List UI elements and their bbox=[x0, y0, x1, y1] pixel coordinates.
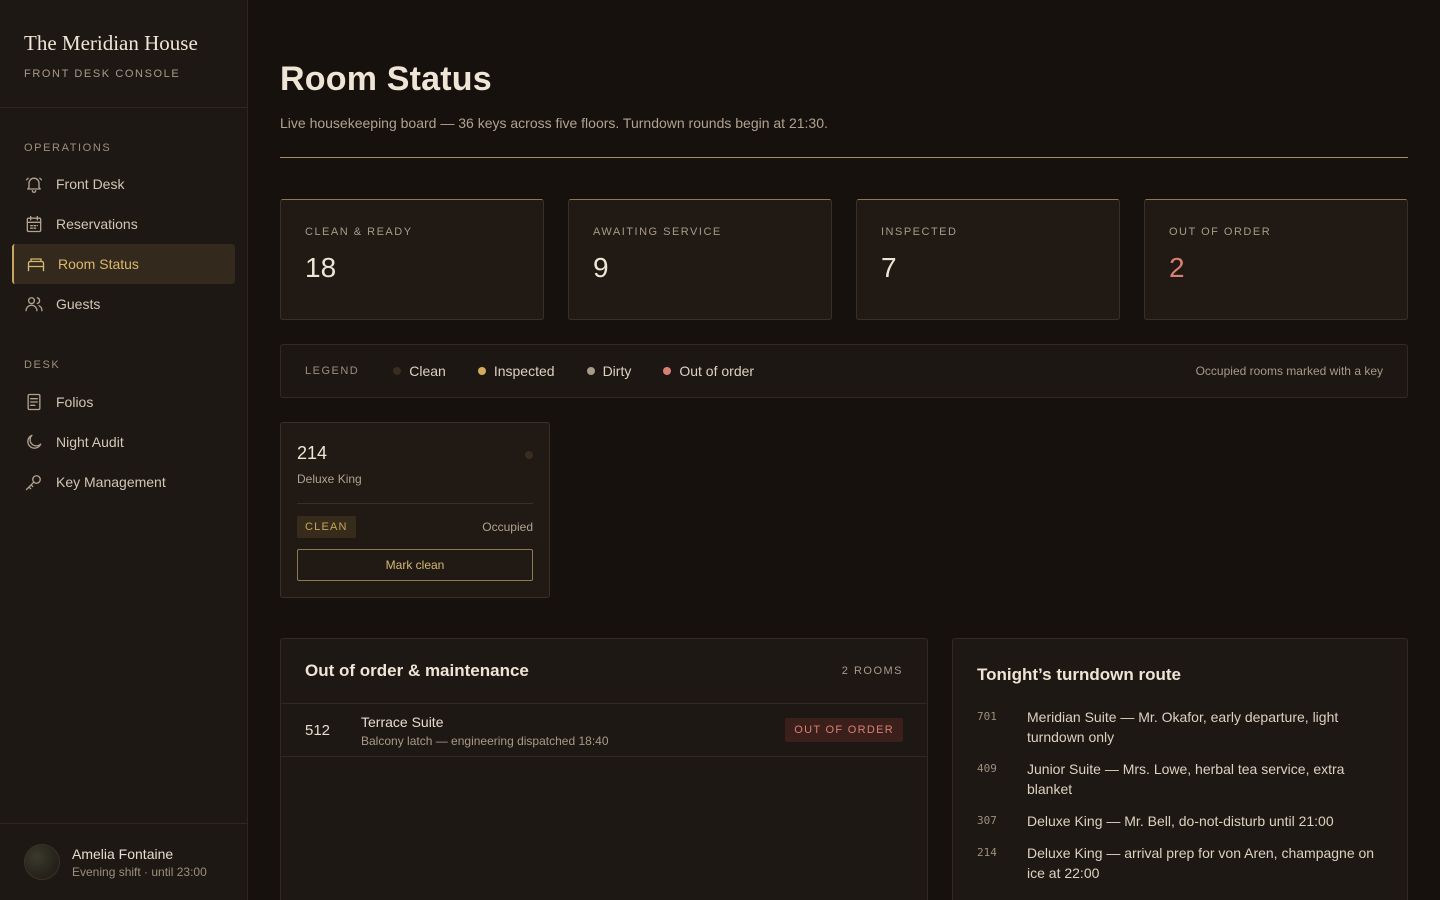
legend-item-clean: Clean bbox=[393, 363, 446, 379]
legend-item-dirty: Dirty bbox=[586, 363, 632, 379]
status-dot bbox=[663, 367, 672, 375]
stat-value: 18 bbox=[305, 252, 337, 283]
sidebar: The Meridian House FRONT DESK CONSOLE OP… bbox=[0, 0, 248, 900]
legend-item-inspected: Inspected bbox=[477, 363, 555, 379]
user-profile[interactable]: Amelia Fontaine Evening shift · until 23… bbox=[0, 823, 247, 900]
turndown-note: Junior Suite — Mrs. Lowe, herbal tea ser… bbox=[1027, 761, 1345, 797]
sidebar-item-key-management[interactable]: Key Management bbox=[12, 462, 235, 502]
legend-label: Dirty bbox=[602, 363, 632, 379]
sidebar-item-reservations[interactable]: Reservations bbox=[12, 204, 235, 244]
sidebar-item-guests[interactable]: Guests bbox=[12, 284, 235, 324]
bell-icon bbox=[25, 177, 43, 193]
status-badge: OUT OF ORDER bbox=[785, 718, 903, 742]
stat-label: AWAITING SERVICE bbox=[593, 226, 722, 238]
turndown-note: Deluxe King — Mr. Bell, do-not-disturb u… bbox=[1027, 813, 1334, 829]
room-number: 307 bbox=[977, 814, 997, 827]
document-icon bbox=[27, 393, 41, 411]
sidebar-item-label: Reservations bbox=[56, 216, 138, 232]
list-item: 307 Deluxe King — Mr. Bell, do-not-distu… bbox=[977, 811, 1385, 831]
stat-card-inspected: INSPECTED 7 bbox=[856, 199, 1120, 320]
sidebar-item-front-desk[interactable]: Front Desk bbox=[12, 164, 235, 204]
panel-header: Out of order & maintenance 2 ROOMS bbox=[281, 639, 927, 704]
sidebar-item-label: Folios bbox=[56, 394, 94, 410]
room-note: Balcony latch — engineering dispatched 1… bbox=[361, 734, 609, 748]
legend-item-out-of-order: Out of order bbox=[663, 363, 754, 379]
list-item: 701 Meridian Suite — Mr. Okafor, early d… bbox=[977, 707, 1385, 747]
status-badge: CLEAN bbox=[297, 516, 356, 538]
sidebar-item-label: Night Audit bbox=[56, 434, 124, 450]
room-number: 512 bbox=[305, 722, 331, 739]
nav-section-operations: OPERATIONS bbox=[24, 142, 112, 154]
stat-card-awaiting-service: AWAITING SERVICE 9 bbox=[568, 199, 832, 320]
turndown-note: Deluxe King — arrival prep for von Aren,… bbox=[1027, 845, 1375, 881]
mark-clean-button[interactable]: Mark clean bbox=[297, 549, 533, 581]
legend-label: Out of order bbox=[679, 363, 755, 379]
avatar bbox=[24, 844, 60, 880]
room-number: 701 bbox=[977, 710, 997, 723]
user-shift: Evening shift · until 23:00 bbox=[72, 864, 207, 879]
room-count: 2 ROOMS bbox=[841, 665, 903, 677]
list-item: 409 Junior Suite — Mrs. Lowe, herbal tea… bbox=[977, 759, 1385, 799]
calendar-icon bbox=[26, 215, 42, 233]
panel-title: Tonight’s turndown route bbox=[977, 665, 1181, 684]
room-card[interactable]: 214 Deluxe King CLEAN Occupied Mark clea… bbox=[280, 422, 550, 598]
stat-card-out-of-order: OUT OF ORDER 2 bbox=[1144, 199, 1408, 320]
room-type: Deluxe King bbox=[297, 472, 362, 486]
divider bbox=[297, 503, 533, 504]
turndown-note: Meridian Suite — Mr. Okafor, early depar… bbox=[1027, 709, 1339, 745]
stat-value: 7 bbox=[881, 252, 897, 283]
room-number: 214 bbox=[297, 443, 328, 463]
status-dot bbox=[393, 367, 402, 375]
sidebar-item-label: Key Management bbox=[56, 474, 166, 490]
sidebar-item-label: Guests bbox=[56, 296, 101, 312]
legend: LEGEND Clean Inspected Dirty Out of orde… bbox=[280, 344, 1408, 398]
brand-name: The Meridian House bbox=[24, 31, 198, 55]
nav-section-desk: DESK bbox=[24, 359, 61, 371]
legend-note: Occupied rooms marked with a key bbox=[1195, 364, 1383, 378]
user-name: Amelia Fontaine bbox=[72, 845, 174, 862]
moon-icon bbox=[27, 434, 42, 449]
turndown-panel: Tonight’s turndown route 701 Meridian Su… bbox=[952, 638, 1408, 900]
page-subtitle: Live housekeeping board — 36 keys across… bbox=[280, 115, 828, 131]
status-dot bbox=[586, 367, 595, 375]
panel-title: Out of order & maintenance bbox=[305, 661, 529, 680]
out-of-order-panel: Out of order & maintenance 2 ROOMS 512 T… bbox=[280, 638, 928, 900]
legend-title: LEGEND bbox=[305, 365, 360, 377]
occupancy-label: Occupied bbox=[482, 520, 533, 534]
legend-label: Clean bbox=[409, 363, 446, 379]
sidebar-item-folios[interactable]: Folios bbox=[12, 382, 235, 422]
page-title: Room Status bbox=[280, 60, 492, 98]
divider bbox=[280, 157, 1408, 158]
key-icon bbox=[25, 475, 41, 491]
stat-value: 2 bbox=[1169, 252, 1185, 283]
list-item: 214 Deluxe King — arrival prep for von A… bbox=[977, 843, 1385, 883]
legend-label: Inspected bbox=[493, 363, 555, 379]
stat-label: OUT OF ORDER bbox=[1169, 226, 1272, 238]
status-dot bbox=[525, 451, 533, 459]
stat-label: CLEAN & READY bbox=[305, 226, 413, 238]
bed-icon bbox=[27, 258, 45, 272]
sidebar-item-label: Room Status bbox=[58, 256, 139, 272]
users-icon bbox=[25, 297, 43, 312]
brand-subtitle: FRONT DESK CONSOLE bbox=[24, 68, 181, 80]
brand: The Meridian House FRONT DESK CONSOLE bbox=[0, 0, 247, 108]
stat-card-clean-ready: CLEAN & READY 18 bbox=[280, 199, 544, 320]
sidebar-item-room-status[interactable]: Room Status bbox=[12, 244, 235, 284]
room-number: 214 bbox=[977, 846, 997, 859]
table-row[interactable]: 512 Terrace Suite Balcony latch — engine… bbox=[281, 704, 927, 757]
sidebar-item-night-audit[interactable]: Night Audit bbox=[12, 422, 235, 462]
status-dot bbox=[477, 367, 486, 375]
stat-label: INSPECTED bbox=[881, 226, 958, 238]
sidebar-item-label: Front Desk bbox=[56, 176, 125, 192]
stat-value: 9 bbox=[593, 252, 609, 283]
room-name: Terrace Suite bbox=[361, 714, 444, 730]
room-number: 409 bbox=[977, 762, 997, 775]
